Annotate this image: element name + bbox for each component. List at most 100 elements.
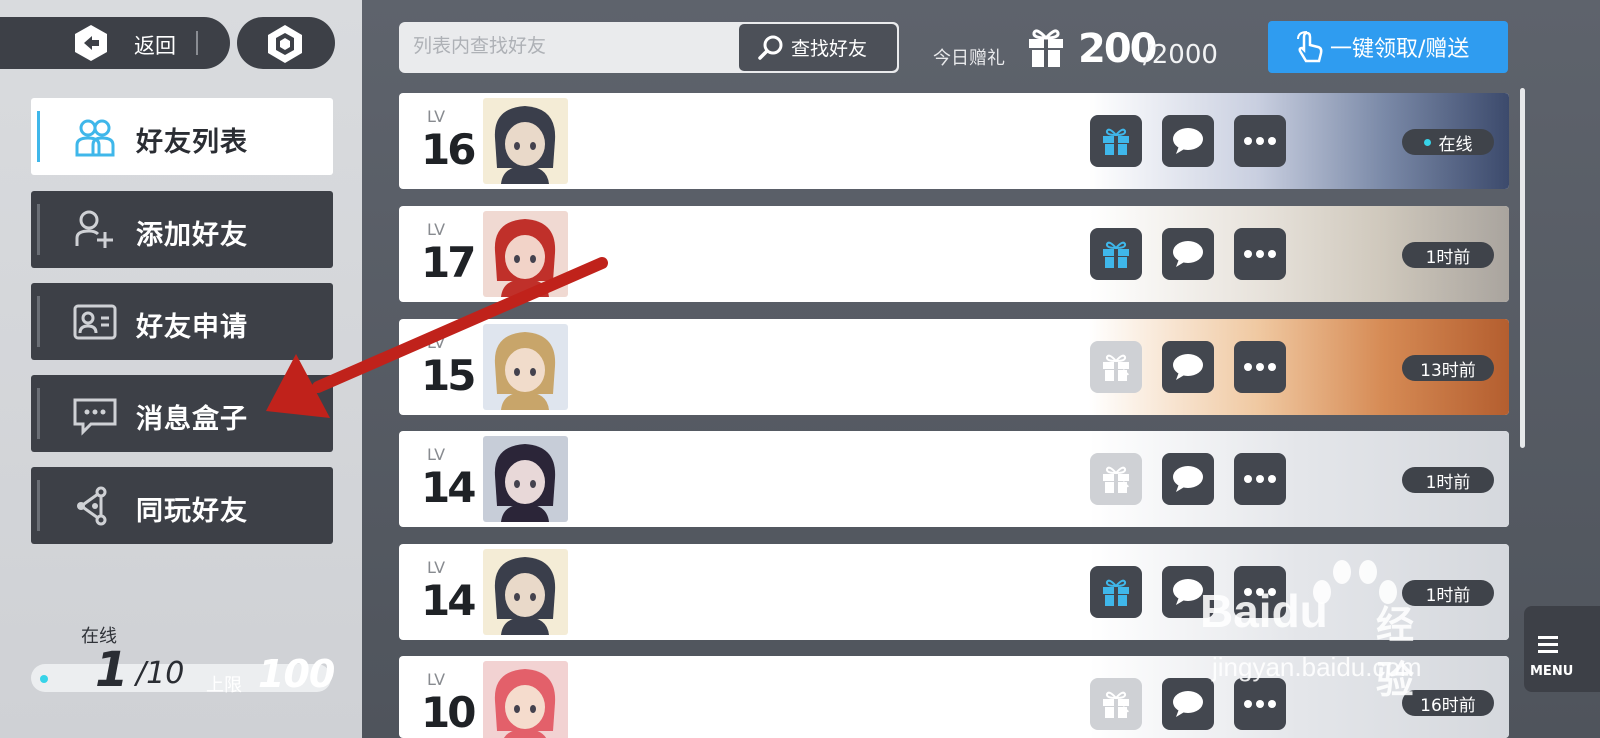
- avatar-portrait-icon: [494, 557, 556, 635]
- level-number: 17: [421, 238, 476, 287]
- chat-bubble-icon: [1173, 128, 1203, 154]
- level-number: 16: [421, 125, 476, 174]
- chat-bubble-icon: [1173, 241, 1203, 267]
- search-icon: [758, 35, 783, 60]
- avatar-portrait-icon: [494, 444, 556, 522]
- nav-bar: [37, 480, 40, 531]
- nav-item-message-box[interactable]: 消息盒子: [31, 375, 333, 452]
- search-button[interactable]: 查找好友: [739, 24, 897, 71]
- friend-row[interactable]: LV 14 1时前: [399, 431, 1509, 527]
- online-dot: [40, 675, 48, 683]
- search-button-label: 查找好友: [791, 38, 868, 60]
- send-gift-button[interactable]: [1090, 228, 1142, 280]
- more-options-button[interactable]: [1234, 453, 1286, 505]
- search-input[interactable]: [411, 34, 735, 58]
- avatar[interactable]: [483, 661, 568, 738]
- back-hex-icon: [75, 25, 107, 61]
- gift-label: 今日赠礼: [933, 48, 1005, 69]
- friend-row[interactable]: LV 17 1时前: [399, 206, 1509, 302]
- send-gift-button[interactable]: [1090, 566, 1142, 618]
- chat-button[interactable]: [1162, 228, 1214, 280]
- nav-label: 添加好友: [136, 220, 248, 251]
- gift-icon: [1103, 579, 1129, 606]
- online-max: /10: [136, 656, 185, 691]
- chat-button[interactable]: [1162, 453, 1214, 505]
- avatar-portrait-icon: [494, 332, 556, 410]
- ellipsis-icon: [1244, 475, 1276, 483]
- nav-bar: [37, 388, 40, 439]
- message-box-icon: [73, 398, 117, 436]
- home-logo-button[interactable]: [237, 17, 335, 69]
- gift-icon: [1103, 354, 1130, 381]
- nav-bar: [37, 296, 40, 347]
- separator: [196, 31, 198, 55]
- ellipsis-icon: [1244, 137, 1276, 145]
- ellipsis-icon: [1244, 250, 1276, 258]
- menu-button[interactable]: MENU: [1524, 606, 1600, 692]
- chat-button[interactable]: [1162, 678, 1214, 730]
- level-number: 10: [421, 688, 476, 737]
- back-label: 返回: [134, 34, 176, 58]
- add-user-icon: [75, 210, 113, 248]
- status-text: 16时前: [1420, 695, 1476, 716]
- nav-item-friend-list[interactable]: 好友列表: [31, 98, 333, 175]
- nav-label: 好友申请: [136, 312, 248, 343]
- more-options-button[interactable]: [1234, 228, 1286, 280]
- level-tag: LV: [427, 220, 446, 239]
- claim-all-label: 一键领取/赠送: [1330, 37, 1470, 62]
- friend-row[interactable]: LV 15 13时前: [399, 319, 1509, 415]
- level-tag: LV: [427, 107, 446, 126]
- watermark-brand: Baidu: [1200, 585, 1328, 637]
- chat-button[interactable]: [1162, 341, 1214, 393]
- avatar[interactable]: [483, 436, 568, 522]
- more-options-button[interactable]: [1234, 341, 1286, 393]
- status-badge: 16时前: [1402, 690, 1494, 716]
- gift-max: /2000: [1143, 40, 1218, 70]
- share-nodes-icon: [77, 486, 107, 526]
- more-options-button[interactable]: [1234, 678, 1286, 730]
- friend-row[interactable]: LV 16 在线: [399, 93, 1509, 189]
- avatar-portrait-icon: [494, 669, 556, 738]
- gift-icon: [1103, 691, 1130, 718]
- gift-icon: [1103, 128, 1129, 155]
- send-gift-button[interactable]: [1090, 115, 1142, 167]
- level-tag: LV: [427, 333, 446, 352]
- status-badge: 1时前: [1402, 467, 1494, 493]
- ellipsis-icon: [1244, 700, 1276, 708]
- send-gift-button[interactable]: [1090, 678, 1142, 730]
- level-number: 15: [421, 351, 476, 400]
- active-indicator: [37, 111, 40, 162]
- send-gift-button[interactable]: [1090, 453, 1142, 505]
- more-options-button[interactable]: [1234, 115, 1286, 167]
- back-button[interactable]: 返回: [0, 17, 230, 69]
- status-text: 1时前: [1425, 472, 1471, 493]
- avatar[interactable]: [483, 211, 568, 297]
- nav-label: 同玩好友: [136, 496, 248, 527]
- menu-label: MENU: [1530, 664, 1574, 679]
- chat-bubble-icon: [1173, 691, 1203, 717]
- send-gift-button[interactable]: [1090, 341, 1142, 393]
- gift-icon: [1103, 241, 1129, 268]
- limit-value: 100: [258, 652, 335, 696]
- scrollbar[interactable]: [1520, 88, 1525, 448]
- avatar[interactable]: [483, 98, 568, 184]
- claim-all-button[interactable]: 一键领取/赠送: [1268, 21, 1508, 73]
- status-text: 在线: [1438, 134, 1473, 155]
- nav-label: 消息盒子: [136, 404, 248, 435]
- limit-label: 上限: [206, 675, 242, 696]
- nav-item-played-together[interactable]: 同玩好友: [31, 467, 333, 544]
- chat-bubble-icon: [1173, 466, 1203, 492]
- nav-bar: [37, 204, 40, 255]
- level-tag: LV: [427, 670, 446, 689]
- status-text: 1时前: [1425, 247, 1471, 268]
- chat-button[interactable]: [1162, 115, 1214, 167]
- gift-icon: [1103, 466, 1130, 493]
- avatar[interactable]: [483, 549, 568, 635]
- nav-item-friend-request[interactable]: 好友申请: [31, 283, 333, 360]
- nav-item-add-friend[interactable]: 添加好友: [31, 191, 333, 268]
- online-count: 1: [95, 642, 128, 698]
- ellipsis-icon: [1244, 363, 1276, 371]
- avatar[interactable]: [483, 324, 568, 410]
- avatar-portrait-icon: [494, 106, 556, 184]
- avatar-portrait-icon: [494, 219, 556, 297]
